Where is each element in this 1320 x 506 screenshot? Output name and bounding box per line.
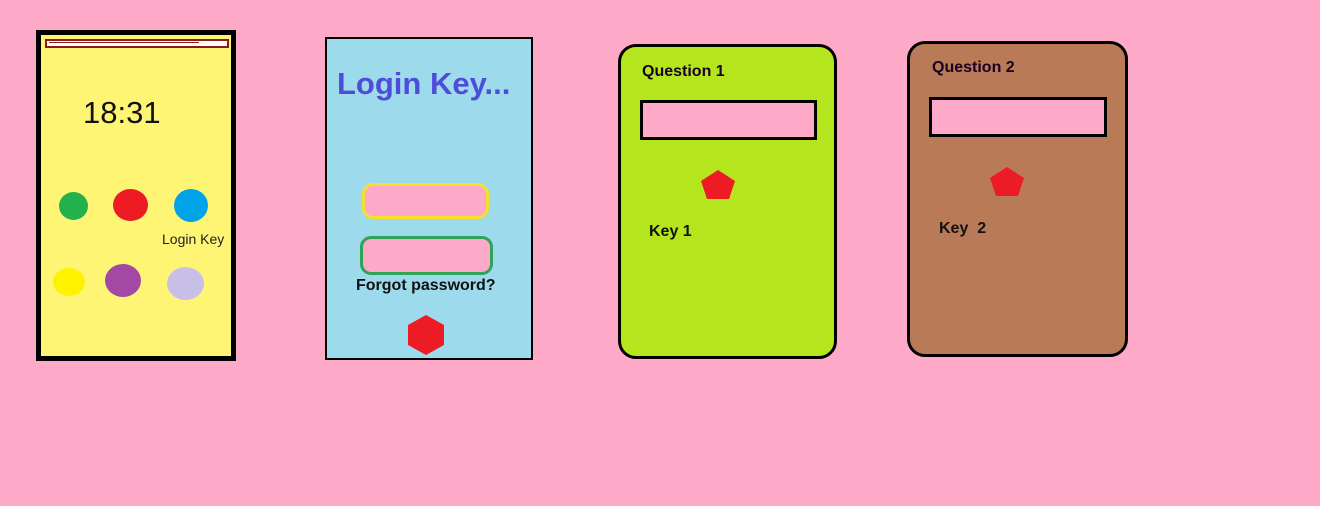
green-app-icon[interactable] — [59, 192, 88, 220]
login-submit-button[interactable] — [405, 314, 447, 356]
question-2-title: Question 2 — [932, 59, 1015, 76]
key-2-pentagon-button[interactable] — [987, 165, 1027, 197]
username-field[interactable] — [362, 183, 489, 219]
login-key-app-label: Login Key — [162, 231, 225, 247]
key-2-label: Key 2 — [939, 220, 987, 237]
login-key-app-icon[interactable] — [174, 189, 208, 222]
key-1-label: Key 1 — [649, 223, 692, 240]
key-1-pentagon-button[interactable] — [698, 168, 738, 200]
login-screen-mockup: Login Key... Forgot password? — [325, 37, 533, 360]
password-field[interactable] — [360, 236, 493, 275]
red-app-icon[interactable] — [113, 189, 148, 221]
question-1-title: Question 1 — [642, 63, 725, 80]
question-1-screen-mockup: Question 1 Key 1 — [618, 44, 837, 359]
lavender-app-icon[interactable] — [167, 267, 204, 300]
clock-display: 18:31 — [83, 95, 161, 130]
home-screen-mockup: 18:31 Login Key — [36, 30, 236, 361]
purple-app-icon[interactable] — [105, 264, 141, 297]
yellow-app-icon[interactable] — [53, 268, 85, 296]
answer-1-field[interactable] — [640, 100, 817, 140]
status-bar — [45, 39, 229, 48]
answer-2-field[interactable] — [929, 97, 1107, 137]
login-title: Login Key... — [337, 66, 511, 101]
question-2-screen-mockup: Question 2 Key 2 — [907, 41, 1128, 357]
forgot-password-link[interactable]: Forgot password? — [356, 277, 496, 295]
